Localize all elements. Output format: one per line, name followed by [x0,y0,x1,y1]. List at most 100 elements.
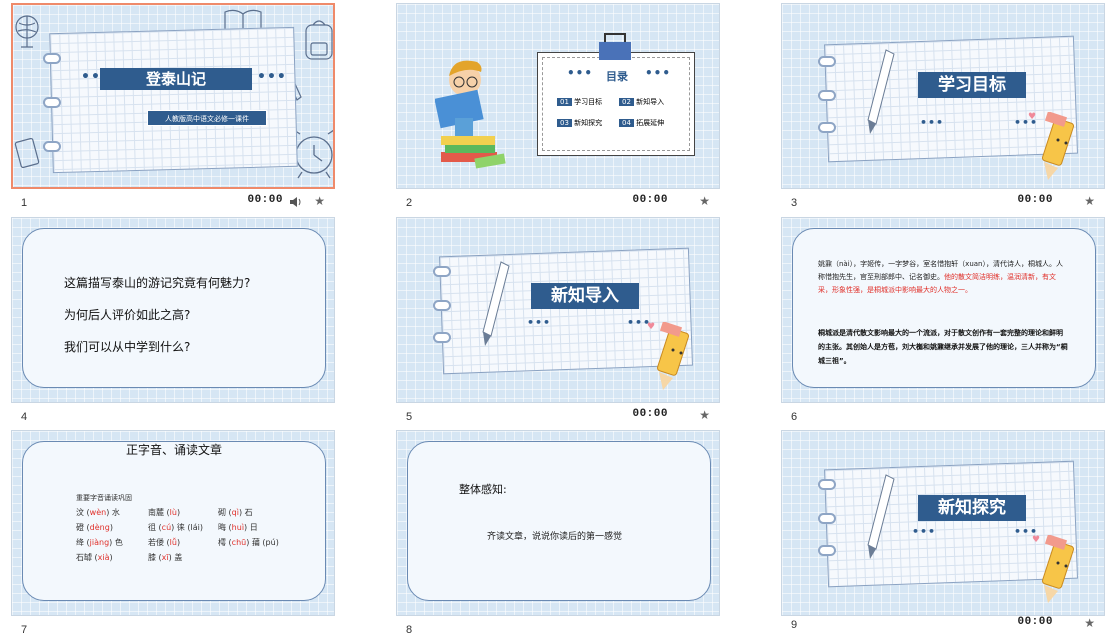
notebook-paper [49,26,298,174]
content-card [407,441,711,601]
star-icon[interactable]: ★ [1084,616,1095,630]
star-icon[interactable]: ★ [699,194,710,208]
pinyin-row: 汶 (wèn) 水 南麓 (lù) 砌 (qì) 石 [76,508,253,517]
pencil-icon [867,474,895,559]
slide-title: 整体感知: [459,483,507,496]
decor-dots: ••• [257,69,287,85]
toc-item[interactable]: 02 新知导入 [619,97,664,107]
slide-thumb-9[interactable]: 新知探究 ••• ••• ♥ 9 00:00 ★ [781,430,1105,631]
slide-thumb-3[interactable]: 学习目标 ••• ••• ♥ 3 00:00 ★ [781,3,1105,209]
slide-8[interactable]: 整体感知: 齐读文章，说说你读后的第一感觉 [396,430,720,616]
toc-item[interactable]: 01 学习目标 [557,97,602,107]
slide-timing: 00:00 [1017,194,1053,206]
pencil-icon [482,261,510,346]
slide-thumb-6[interactable]: 姚鼐（nài），字姬传，一字梦谷，室名惜抱轩（xuan），清代诗人，桐城人。人称… [781,217,1105,423]
binder-ring [433,266,451,277]
heart-icon: ♥ [1028,112,1037,122]
slide-meta: 5 00:00 ★ [396,408,720,424]
slide-number: 4 [21,411,28,423]
slide-number: 2 [406,197,413,209]
slide-2[interactable]: ••• ••• 目录 01 学习目标 02 新知导入 03 新知探究 04 拓展… [396,3,720,189]
slide-title: 学习目标 [918,72,1026,98]
slide-meta: 2 00:00 ★ [396,194,720,210]
slide-number: 8 [406,624,413,636]
slide-title: 新知探究 [918,495,1026,521]
slide-1[interactable]: ••• ••• 登泰山记 人教版高中语文必修一课件 [11,3,335,189]
decor-dots: ••• [527,316,552,329]
slide-thumb-4[interactable]: 这篇描写泰山的游记究竟有何魅力? 为何后人评价如此之高? 我们可以从中学到什么?… [11,217,335,423]
decor-dots: ••• [567,66,594,80]
slide-meta: 8 [396,621,720,637]
pinyin-table: 汶 (wèn) 水 南麓 (lù) 砌 (qì) 石 磴 (dèng) 徂 (c… [76,507,296,567]
slide-9[interactable]: 新知探究 ••• ••• ♥ [781,430,1105,616]
toc-item[interactable]: 03 新知探究 [557,118,602,128]
speaker-icon[interactable] [289,196,303,208]
section-heading: 重要字音诵读巩固 [76,494,132,502]
slide-number: 9 [791,619,798,631]
slide-title: 登泰山记 [100,68,252,90]
pencil-icon [867,49,895,134]
slide-number: 5 [406,411,413,423]
cartoon-pencil-icon [1041,535,1075,603]
toc-title: 目录 [606,70,628,83]
slide-thumb-5[interactable]: 新知导入 ••• ••• ♥ 5 00:00 ★ [396,217,720,423]
question-line: 为何后人评价如此之高? [64,308,191,322]
pinyin-row: 绛 (jiàng) 色 若偻 (lǚ) 樗 (chū) 蒱 (pú) [76,538,279,547]
toc-item[interactable]: 04 拓展延伸 [619,118,664,128]
decor-dots: ••• [920,116,945,129]
bio-paragraph: 姚鼐（nài），字姬传，一字梦谷，室名惜抱轩（xuan），清代诗人，桐城人。人称… [818,258,1068,297]
decor-dots: ••• [912,525,937,538]
book-reader-icon [435,60,506,169]
slide-number: 6 [791,411,798,423]
slide-body: 齐读文章，说说你读后的第一感觉 [487,532,623,542]
star-icon[interactable]: ★ [314,194,325,208]
slide-5[interactable]: 新知导入 ••• ••• ♥ [396,217,720,403]
binder-ring [818,56,836,67]
slide-meta: 3 00:00 ★ [781,194,1105,210]
slide-timing: 00:00 [247,194,283,206]
slide-meta: 1 00:00 ★ [11,194,335,210]
binder-ring [433,332,451,343]
slide-thumb-2[interactable]: ••• ••• 目录 01 学习目标 02 新知导入 03 新知探究 04 拓展… [396,3,720,209]
slide-timing: 00:00 [1017,616,1053,628]
slide-title: 正字音、诵读文章 [125,443,222,457]
binder-ring [818,479,836,490]
slide-7[interactable]: 正字音、诵读文章 重要字音诵读巩固 汶 (wèn) 水 南麓 (lù) 砌 (q… [11,430,335,616]
pinyin-row: 石罅 (xià) 膝 (xī) 盖 [76,553,183,562]
binder-ring [818,90,836,101]
binder-ring [433,300,451,311]
backpack-icon [305,20,333,60]
slide-meta: 9 00:00 ★ [781,616,1105,632]
slide-sorter: ••• ••• 登泰山记 人教版高中语文必修一课件 1 00:00 ★ ••• … [0,0,1113,638]
heart-icon: ♥ [1032,535,1041,545]
slide-timing: 00:00 [632,194,668,206]
question-line: 我们可以从中学到什么? [64,340,191,354]
binder-clip-icon [599,33,631,60]
slide-thumb-7[interactable]: 正字音、诵读文章 重要字音诵读巩固 汶 (wèn) 水 南麓 (lù) 砌 (q… [11,430,335,636]
slide-thumb-8[interactable]: 整体感知: 齐读文章，说说你读后的第一感觉 8 [396,430,720,636]
slide-meta: 7 [11,621,335,637]
cartoon-pencil-icon [1041,112,1075,180]
school-paragraph: 桐城派是清代散文影响最大的一个流派，对于散文创作有一套完整的理论和鲜明的主张。其… [818,329,1068,365]
slide-number: 7 [21,624,28,636]
question-line: 这篇描写泰山的游记究竟有何魅力? [64,276,251,290]
decor-dots: ••• [645,66,672,80]
star-icon[interactable]: ★ [699,408,710,422]
slide-title: 新知导入 [531,283,639,309]
alarm-clock-icon [293,129,333,179]
star-icon[interactable]: ★ [1084,194,1095,208]
clipboard-icon [14,137,40,169]
binder-ring [818,545,836,556]
slide-timing: 00:00 [632,408,668,420]
slide-subtitle: 人教版高中语文必修一课件 [147,110,267,126]
heart-icon: ♥ [647,322,656,332]
binder-ring [818,513,836,524]
binder-ring [43,97,61,108]
slide-3[interactable]: 学习目标 ••• ••• ♥ [781,3,1105,189]
slide-6[interactable]: 姚鼐（nài），字姬传，一字梦谷，室名惜抱轩（xuan），清代诗人，桐城人。人称… [781,217,1105,403]
slide-thumb-1[interactable]: ••• ••• 登泰山记 人教版高中语文必修一课件 1 00:00 ★ [11,3,335,209]
slide-number: 3 [791,197,798,209]
cartoon-pencil-icon [656,322,690,390]
binder-ring [43,141,61,152]
slide-4[interactable]: 这篇描写泰山的游记究竟有何魅力? 为何后人评价如此之高? 我们可以从中学到什么? [11,217,335,403]
